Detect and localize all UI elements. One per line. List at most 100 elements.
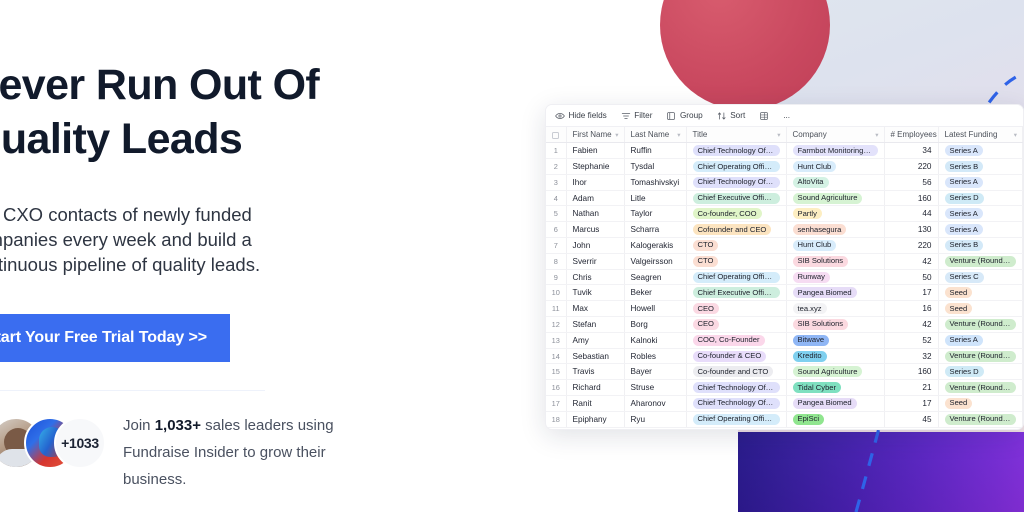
cell-employees[interactable]: 44 [884,205,939,223]
cell-first-name[interactable]: Nathan [566,205,625,223]
cell-employees[interactable]: 16 [884,300,939,318]
chevron-down-icon[interactable]: ▾ [615,131,618,139]
cell-latest-funding[interactable]: Series D [938,190,1023,207]
cell-first-name[interactable]: Amy [566,332,625,349]
cell-latest-funding[interactable]: Seed [938,284,1023,302]
cell-employees[interactable]: 220 [884,237,939,254]
column-header-employees[interactable]: # Employees ▾ [884,127,939,144]
cell-title[interactable]: CTO [686,237,787,254]
cell-title[interactable]: Co-founder, COO [686,205,787,223]
cell-last-name[interactable]: Borg [624,316,687,333]
cell-latest-funding[interactable]: Series A [938,142,1023,160]
cell-last-name[interactable]: Aharonov [624,395,687,412]
cell-title[interactable]: Chief Operating Officer [686,269,787,286]
table-row[interactable]: 5 Nathan Taylor Co-founder, COO Partly 44 Seri… [546,205,1023,223]
cell-employees[interactable]: 45 [884,411,939,428]
chevron-down-icon[interactable]: ▾ [677,131,680,139]
cell-last-name[interactable]: Tysdal [624,158,687,175]
cell-first-name[interactable]: Epiphany [566,411,625,428]
cell-last-name[interactable]: Struse [624,379,687,397]
cell-latest-funding[interactable]: Series B [938,237,1023,254]
cell-last-name[interactable]: Kalnoki [624,332,687,349]
cell-title[interactable]: CTO [686,253,787,270]
column-header-last-name[interactable]: Last Name ▾ [624,127,687,144]
cell-title[interactable]: Chief Technology Officer [686,395,787,412]
cell-employees[interactable]: 130 [884,221,939,239]
cell-title[interactable]: CEO [686,300,787,318]
cell-title[interactable]: Chief Operating Officer [686,158,787,175]
table-row[interactable]: 8 Sverrir Valgeirsson CTO SIB Solutions 42 Ven… [546,253,1023,270]
cell-employees[interactable]: 160 [884,363,939,381]
chevron-down-icon[interactable]: ▾ [777,131,780,139]
cell-title[interactable]: COO, Co-Founder [686,332,787,349]
cell-latest-funding[interactable]: Venture (Round not Sp... [938,411,1023,428]
table-row[interactable]: 6 Marcus Scharra Cofounder and CEO senhasegu… [546,221,1023,239]
cell-employees[interactable]: 21 [884,379,939,397]
cell-company[interactable]: Runway [786,269,885,286]
cell-last-name[interactable]: Kalogerakis [624,237,687,254]
group-button[interactable]: Group [666,111,703,121]
cell-latest-funding[interactable]: Series A [938,174,1023,191]
cell-latest-funding[interactable]: Venture (Round not Sp... [938,379,1023,397]
cell-title[interactable]: Chief Operating Officer [686,411,787,428]
start-free-trial-button[interactable]: Start Your Free Trial Today >> [0,314,230,362]
cell-first-name[interactable]: Stefan [566,316,625,333]
cell-latest-funding[interactable]: Venture (Round not Sp... [938,253,1023,270]
cell-company[interactable]: Pangea Biomed [786,395,885,412]
cell-latest-funding[interactable]: Series A [938,332,1023,349]
cell-company[interactable]: Kredito [786,348,885,365]
table-row[interactable]: 1 Fabien Ruffin Chief Technology Officer Far… [546,142,1023,160]
cell-company[interactable]: Bitwave [786,332,885,349]
cell-company[interactable]: AltoVita [786,174,885,191]
cell-latest-funding[interactable]: Venture (Round not Sp... [938,348,1023,365]
cell-first-name[interactable]: Marcus [566,221,625,239]
cell-latest-funding[interactable]: Series D [938,363,1023,381]
cell-latest-funding[interactable]: Series B [938,158,1023,175]
column-header-first-name[interactable]: First Name ▾ [566,127,625,144]
cell-title[interactable]: Chief Technology Officer [686,142,787,160]
chevron-down-icon[interactable]: ▾ [1014,131,1017,139]
cell-employees[interactable]: 17 [884,284,939,302]
cell-employees[interactable]: 52 [884,332,939,349]
table-row[interactable]: 2 Stephanie Tysdal Chief Operating Officer H… [546,158,1023,175]
cell-first-name[interactable]: Sverrir [566,253,625,270]
table-row[interactable]: 7 John Kalogerakis CTO Hunt Club 220 Series B [546,237,1023,254]
cell-company[interactable]: tea.xyz [786,300,885,318]
cell-employees[interactable]: 42 [884,253,939,270]
cell-first-name[interactable]: Ihor [566,174,625,191]
cell-first-name[interactable]: Richard [566,379,625,397]
cell-title[interactable]: Chief Technology Officer [686,379,787,397]
cell-title[interactable]: CEO [686,316,787,333]
table-row[interactable]: 9 Chris Seagren Chief Operating Officer Runw… [546,269,1023,286]
table-row[interactable]: 13 Amy Kalnoki COO, Co-Founder Bitwave 52 Seri… [546,332,1023,349]
cell-employees[interactable]: 220 [884,158,939,175]
cell-employees[interactable]: 17 [884,395,939,412]
table-row[interactable]: 3 Ihor Tomashivskyi Chief Technology Office… [546,174,1023,191]
cell-title[interactable]: Co-founder and CTO [686,363,787,381]
table-row[interactable]: 11 Max Howell CEO tea.xyz 16 Seed [546,300,1023,318]
cell-employees[interactable]: 34 [884,142,939,160]
cell-company[interactable]: Pangea Biomed [786,284,885,302]
cell-company[interactable]: Farmbot Monitoring So... [786,142,885,160]
cell-latest-funding[interactable]: Venture (Round not Sp... [938,316,1023,333]
cell-last-name[interactable]: Ruffin [624,142,687,160]
cell-company[interactable]: senhasegura [786,221,885,239]
cell-title[interactable]: Chief Executive Officer [686,190,787,207]
cell-company[interactable]: Hunt Club [786,158,885,175]
cell-company[interactable]: Tidal Cyber [786,379,885,397]
chevron-down-icon[interactable]: ▾ [875,131,878,139]
cell-employees[interactable]: 50 [884,269,939,286]
table-row[interactable]: 15 Travis Bayer Co-founder and CTO Sound Agr… [546,363,1023,381]
cell-first-name[interactable]: Stephanie [566,158,625,175]
table-row[interactable]: 18 Epiphany Ryu Chief Operating Officer EpiS… [546,411,1023,428]
table-row[interactable]: 4 Adam Litle Chief Executive Officer Sound A… [546,190,1023,207]
cell-first-name[interactable]: John [566,237,625,254]
chevron-down-icon[interactable]: ▾ [929,131,932,139]
cell-last-name[interactable]: Bayer [624,363,687,381]
table-row[interactable]: 10 Tuvik Beker Chief Executive Officer Pange… [546,284,1023,302]
cell-last-name[interactable]: Tomashivskyi [624,174,687,191]
cell-last-name[interactable]: Litle [624,190,687,207]
filter-button[interactable]: Filter [621,111,652,121]
cell-last-name[interactable]: Beker [624,284,687,302]
cell-company[interactable]: Sound Agriculture [786,190,885,207]
